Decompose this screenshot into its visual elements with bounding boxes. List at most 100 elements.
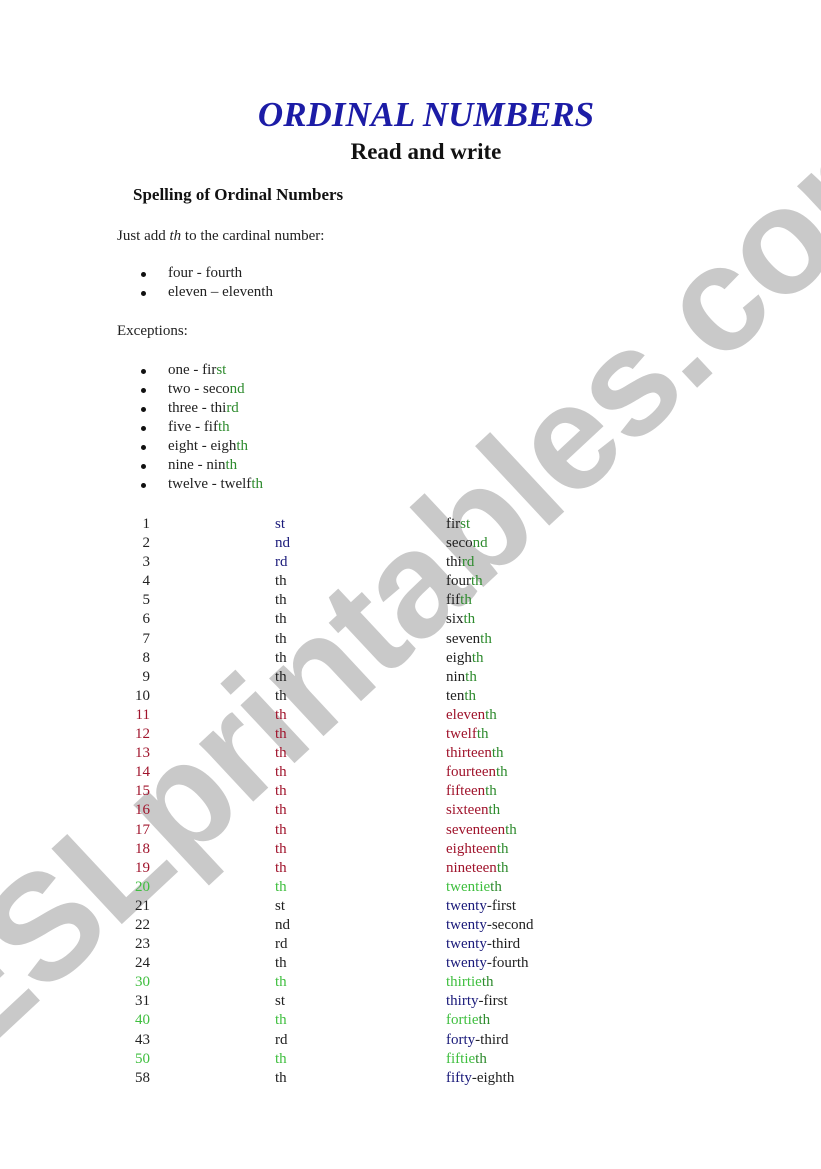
intro-text-pre: Just add [117,228,170,244]
bullet-icon [141,272,146,277]
ordinal-word-ending: th [460,592,472,609]
ordinal-word-stem: twenty [446,897,487,914]
ordinal-word: fifth [446,591,472,610]
table-row: 21 st twenty-first [118,897,618,916]
table-row: 30th thirtieth [118,973,618,992]
ordinal-word: sixth [446,610,475,629]
bullet-icon [141,388,146,393]
ordinal-word: twenty-third [446,935,520,954]
ordinal-word-ending: -second [486,916,534,933]
table-row: 18th eighteenth [118,840,618,859]
cardinal-number: 1 [142,516,151,532]
ordinal-word-stem: fir [446,516,461,532]
cardinal-number: 31 [135,993,150,1010]
exception-item: nine - ninth [141,456,263,475]
table-row: 8th eighth [118,649,618,668]
worksheet-page: ESLprintables.com ORDINAL NUMBERS Read a… [0,0,821,1169]
cardinal-number: 7 [142,630,151,647]
ordinal-word-ending: th [495,764,508,781]
cardinal-number: 21 [135,897,150,914]
ordinal-suffix: th [275,802,287,819]
table-row: 23 rd twenty-third [118,935,618,954]
page-title: ORDINAL NUMBERS [257,95,595,134]
ordinal-word: fifty-eighth [446,1069,514,1088]
ordinal-word: forty-third [446,1031,509,1050]
table-row: 12 th twelfth [118,725,618,744]
ordinal-word-stem: sixteen [446,802,489,819]
ordinal-suffix: th [275,1050,287,1067]
ordinal-word: nineteenth [446,859,508,878]
ordinal-suffix: th [275,764,287,781]
ordinal-suffix: th [275,726,287,743]
ordinal-suffix: th [275,573,287,590]
ordinal-word-stem: fifteen [446,783,486,800]
cardinal-number: 9 [142,668,151,685]
ordinal-word: twenty-second [446,916,533,935]
table-row: 10th tenth [118,687,618,706]
ordinal-word: thirteenth [446,744,504,763]
bullet-icon [141,426,146,431]
ordinal-word-ending: th [475,1050,487,1067]
ordinal-word: eleventh [446,706,497,725]
exception-item: eight - eighth [141,437,263,456]
ordinal-word-stem: fiftie [446,1050,476,1067]
exception-ending: rd [226,400,239,416]
exception-ending: th [217,419,230,435]
ordinal-word: fourteenth [446,763,508,782]
ordinal-word: twelfth [446,725,489,744]
ordinal-word-stem: thirteen [446,745,492,762]
cardinal-number: 23 [135,936,150,953]
table-row: 13th thirteenth [118,744,618,763]
table-row: 1st first [118,515,618,534]
ordinal-suffix: th [275,1012,287,1029]
ordinal-word-ending: th [485,783,497,800]
table-row: 4th fourth [118,572,618,591]
ordinal-suffix: nd [275,916,290,933]
ordinal-word-ending: th [463,611,476,628]
exception-base: nine - nin [168,457,226,473]
cardinal-number: 15 [135,783,150,800]
cardinal-number: 17 [135,821,150,838]
ordinal-word: thirtieth [446,973,494,992]
ordinal-word: second [446,534,488,553]
ordinal-suffix: nd [275,535,290,552]
bullet-icon [141,445,146,450]
ordinal-suffix: th [275,1069,287,1086]
ordinal-word: seventh [446,630,492,649]
ordinal-word-ending: th [496,840,509,857]
ordinal-suffix: th [275,592,287,609]
table-row: 20th twentieth [118,878,618,897]
ordinal-suffix: th [275,649,287,666]
exception-base: three - thi [168,400,227,416]
bullet-icon [141,407,146,412]
cardinal-number: 12 [135,726,150,743]
table-row: 24 th twenty-fourth [118,954,618,973]
cardinal-number: 14 [135,764,150,781]
ordinal-word-stem: ten [446,687,465,704]
ordinal-suffix: th [275,783,287,800]
ordinal-suffix: th [275,668,287,685]
ordinal-word: seventeenth [446,821,517,840]
page-subtitle: Read and write [350,139,502,164]
exception-base: twelve - twelf [168,476,252,492]
ordinal-word: thirty-first [446,992,508,1011]
ordinal-suffix: st [275,897,286,914]
cardinal-number: 50 [135,1050,150,1067]
ordinal-word-stem: fif [446,592,461,609]
ordinal-word-ending: th [496,859,509,876]
ordinal-word-stem: forty [446,1031,476,1048]
ordinal-word: fifteenth [446,782,497,801]
ordinal-word-ending: nd [472,535,488,552]
ordinal-suffix: th [275,706,287,723]
ordinal-word-ending: st [460,516,471,532]
ordinal-word-stem: thirty [446,993,479,1010]
cardinal-number: 43 [135,1031,150,1048]
list-item: four - fourth [141,264,273,283]
cardinal-number: 3 [142,554,151,571]
exception-base: two - seco [168,381,230,397]
ordinal-suffix: rd [275,936,288,953]
ordinal-word: twenty-fourth [446,954,528,973]
ordinal-suffix: th [275,687,287,704]
cardinal-number: 40 [135,1012,150,1029]
ordinal-word-stem: fourteen [446,764,496,781]
